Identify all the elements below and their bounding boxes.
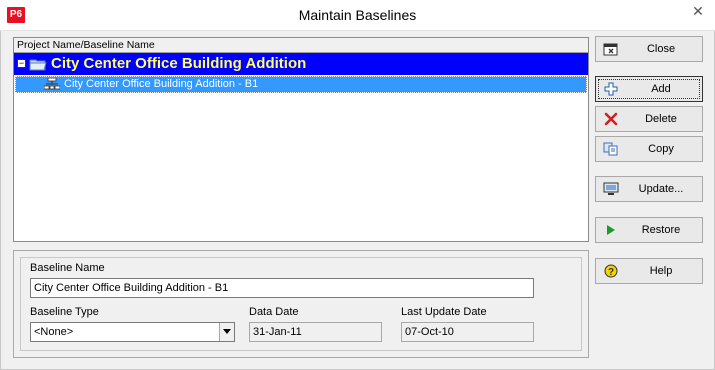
baseline-name-label: Baseline Name — [30, 262, 105, 274]
add-button-label: Add — [651, 83, 671, 95]
update-button[interactable]: Update... — [595, 176, 703, 202]
close-button[interactable]: Close — [595, 36, 703, 62]
project-name: City Center Office Building Addition — [51, 55, 307, 72]
tree-column-header[interactable]: Project Name/Baseline Name — [14, 38, 588, 53]
red-x-icon — [604, 112, 618, 126]
help-button-label: Help — [649, 265, 673, 277]
baseline-type-select[interactable]: <None> — [30, 322, 235, 342]
close-window-icon — [603, 43, 618, 56]
baseline-name: City Center Office Building Addition - B… — [64, 78, 259, 90]
baseline-tree[interactable]: Project Name/Baseline Name − City Center… — [13, 37, 589, 242]
window-title: Maintain Baselines — [298, 7, 417, 23]
green-triangle-icon — [607, 225, 615, 235]
chevron-down-icon — [223, 329, 231, 334]
copy-button-label: Copy — [648, 143, 674, 155]
copy-button[interactable]: Copy — [595, 136, 703, 162]
add-button[interactable]: Add — [595, 76, 703, 102]
data-date-label: Data Date — [249, 306, 299, 318]
title-bar: P6 Maintain Baselines ✕ — [0, 0, 715, 31]
delete-button[interactable]: Delete — [595, 106, 703, 132]
baseline-name-field[interactable]: City Center Office Building Addition - B… — [30, 278, 534, 298]
last-update-field: 07-Oct-10 — [401, 322, 534, 342]
last-update-label: Last Update Date — [401, 306, 487, 318]
folder-icon — [29, 59, 47, 71]
plus-icon — [604, 82, 618, 96]
collapse-icon[interactable]: − — [17, 59, 26, 68]
baseline-icon — [44, 78, 60, 90]
tree-row-baseline[interactable]: City Center Office Building Addition - B… — [15, 76, 587, 93]
close-button-label: Close — [646, 43, 676, 55]
copy-icon — [603, 142, 618, 156]
tree-row-project[interactable]: − City Center Office Building Addition — [14, 53, 588, 75]
window-close-button[interactable]: ✕ — [681, 0, 715, 22]
update-icon — [603, 182, 619, 195]
baseline-details-group: Baseline Name City Center Office Buildin… — [13, 250, 589, 358]
question-icon: ? — [604, 264, 618, 278]
data-date-field: 31-Jan-11 — [249, 322, 382, 342]
delete-button-label: Delete — [645, 113, 677, 125]
baseline-details-panel: Baseline Name City Center Office Buildin… — [20, 257, 582, 351]
baseline-type-label: Baseline Type — [30, 306, 99, 318]
restore-button-label: Restore — [641, 224, 681, 236]
svg-text:?: ? — [608, 267, 614, 278]
baseline-type-value: <None> — [34, 326, 74, 338]
help-button[interactable]: ? Help — [595, 258, 703, 284]
dropdown-button[interactable] — [219, 323, 234, 341]
restore-button[interactable]: Restore — [595, 217, 703, 243]
close-icon: ✕ — [692, 3, 704, 19]
update-button-label: Update... — [638, 183, 684, 195]
